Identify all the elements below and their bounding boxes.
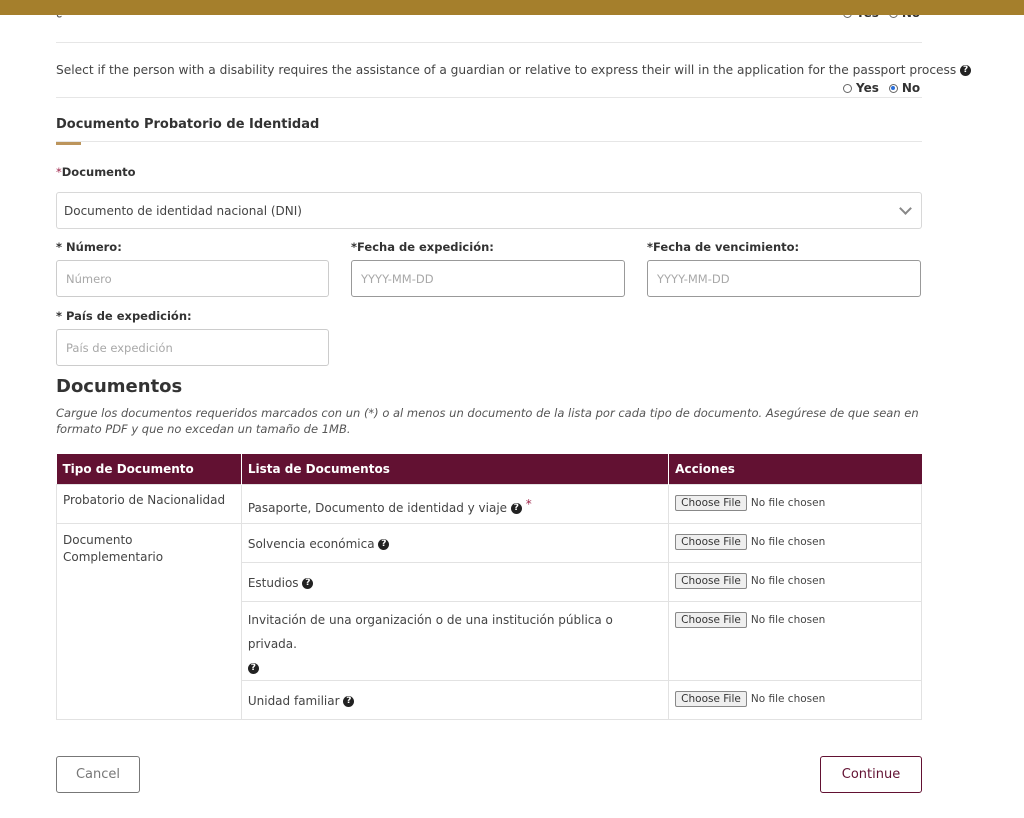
pais-expedicion-input[interactable]: País de expedición	[56, 329, 329, 366]
documento-select[interactable]: Documento de identidad nacional (DNI)	[56, 192, 922, 229]
column-header-acciones: Acciones	[668, 454, 922, 484]
actions-cell: Choose File No file chosen	[668, 600, 922, 681]
pais-expedicion-placeholder: País de expedición	[66, 340, 173, 355]
fecha-expedicion-input[interactable]: YYYY-MM-DD	[351, 260, 625, 297]
documento-select-value: Documento de identidad nacional (DNI)	[64, 203, 302, 218]
actions-cell: Choose File No file chosen	[668, 561, 922, 602]
question-circle-icon[interactable]: ?	[510, 502, 522, 514]
required-asterisk: *	[525, 496, 532, 511]
divider	[56, 97, 922, 98]
identity-section-title: Documento Probatorio de Identidad	[56, 117, 320, 132]
table-row: Probatorio de Nacionalidad Pasaporte, Do…	[56, 483, 922, 524]
pais-expedicion-label: * País de expedición:	[56, 309, 192, 323]
documents-description: Cargue los documentos requeridos marcado…	[56, 406, 919, 436]
question-circle-icon[interactable]: ?	[343, 695, 355, 707]
file-status: No file chosen	[750, 613, 826, 626]
document-item-cell: Unidad familiar ?	[240, 679, 670, 720]
section-accent-underline	[56, 142, 81, 145]
document-item-label: Unidad familiar	[247, 693, 340, 708]
section-divider	[56, 141, 922, 142]
document-type-cell: Documento Complementario	[56, 522, 242, 720]
document-item-label: Invitación de una organización o de una …	[247, 612, 613, 651]
choose-file-button[interactable]: Choose File	[675, 494, 747, 511]
cancel-button[interactable]: Cancel	[56, 756, 140, 793]
actions-cell: Choose File No file chosen	[668, 679, 922, 720]
choose-file-button[interactable]: Choose File	[675, 572, 747, 589]
question-circle-icon[interactable]: ?	[960, 65, 972, 76]
document-item-cell: Solvencia económica ?	[240, 522, 670, 563]
numero-placeholder: Número	[66, 271, 112, 286]
question-circle-icon[interactable]: ?	[302, 577, 314, 589]
fecha-vencimiento-label: *Fecha de vencimiento:	[647, 240, 800, 254]
guardian-yes-radio[interactable]	[843, 83, 852, 93]
documents-table: Tipo de Documento Lista de Documentos Ac…	[56, 454, 922, 720]
chevron-down-icon	[899, 202, 912, 215]
documento-label: *Documento	[56, 165, 136, 179]
file-status: No file chosen	[750, 692, 826, 705]
file-status: No file chosen	[750, 496, 826, 509]
fecha-expedicion-label: *Fecha de expedición:	[351, 240, 494, 254]
numero-input[interactable]: Número	[56, 260, 329, 297]
choose-file-button[interactable]: Choose File	[675, 533, 747, 550]
guardian-yes-label[interactable]: Yes	[856, 81, 879, 95]
table-row: Documento Complementario Solvencia econó…	[56, 522, 922, 720]
question-circle-icon[interactable]: ?	[247, 662, 259, 674]
continue-button[interactable]: Continue	[820, 756, 922, 793]
actions-cell: Choose File No file chosen	[668, 483, 922, 524]
divider	[56, 42, 922, 43]
table-header-row: Tipo de Documento Lista de Documentos Ac…	[56, 454, 922, 484]
document-item-cell: Estudios ?	[240, 561, 670, 602]
fecha-vencimiento-placeholder: YYYY-MM-DD	[657, 271, 730, 286]
guardian-no-label[interactable]: No	[902, 81, 920, 95]
document-item-cell: Invitación de una organización o de una …	[240, 600, 670, 681]
column-header-lista: Lista de Documentos	[241, 454, 670, 484]
file-status: No file chosen	[750, 574, 826, 587]
column-header-tipo: Tipo de Documento	[56, 454, 242, 484]
fecha-expedicion-placeholder: YYYY-MM-DD	[361, 271, 434, 286]
guardian-no-radio[interactable]	[888, 83, 898, 93]
document-item-cell: Pasaporte, Documento de identidad y viaj…	[240, 483, 670, 524]
fecha-vencimiento-input[interactable]: YYYY-MM-DD	[647, 260, 921, 297]
actions-cell: Choose File No file chosen	[668, 522, 922, 563]
documents-title: Documentos	[56, 376, 183, 397]
document-item-label: Estudios	[247, 575, 299, 590]
question-circle-icon[interactable]: ?	[378, 538, 390, 550]
top-gold-bar	[0, 0, 1024, 15]
guardian-radio-group: Yes No	[843, 81, 920, 95]
choose-file-button[interactable]: Choose File	[675, 611, 747, 628]
file-status: No file chosen	[750, 535, 826, 548]
document-type-cell: Probatorio de Nacionalidad	[56, 483, 242, 524]
numero-label: * Número:	[56, 240, 122, 254]
guardian-question-text: Select if the person with a disability r…	[56, 63, 957, 77]
document-item-label: Solvencia económica	[247, 536, 375, 551]
document-item-label: Pasaporte, Documento de identidad y viaj…	[247, 500, 508, 515]
choose-file-button[interactable]: Choose File	[675, 690, 747, 707]
guardian-question: Select if the person with a disability r…	[56, 63, 972, 77]
